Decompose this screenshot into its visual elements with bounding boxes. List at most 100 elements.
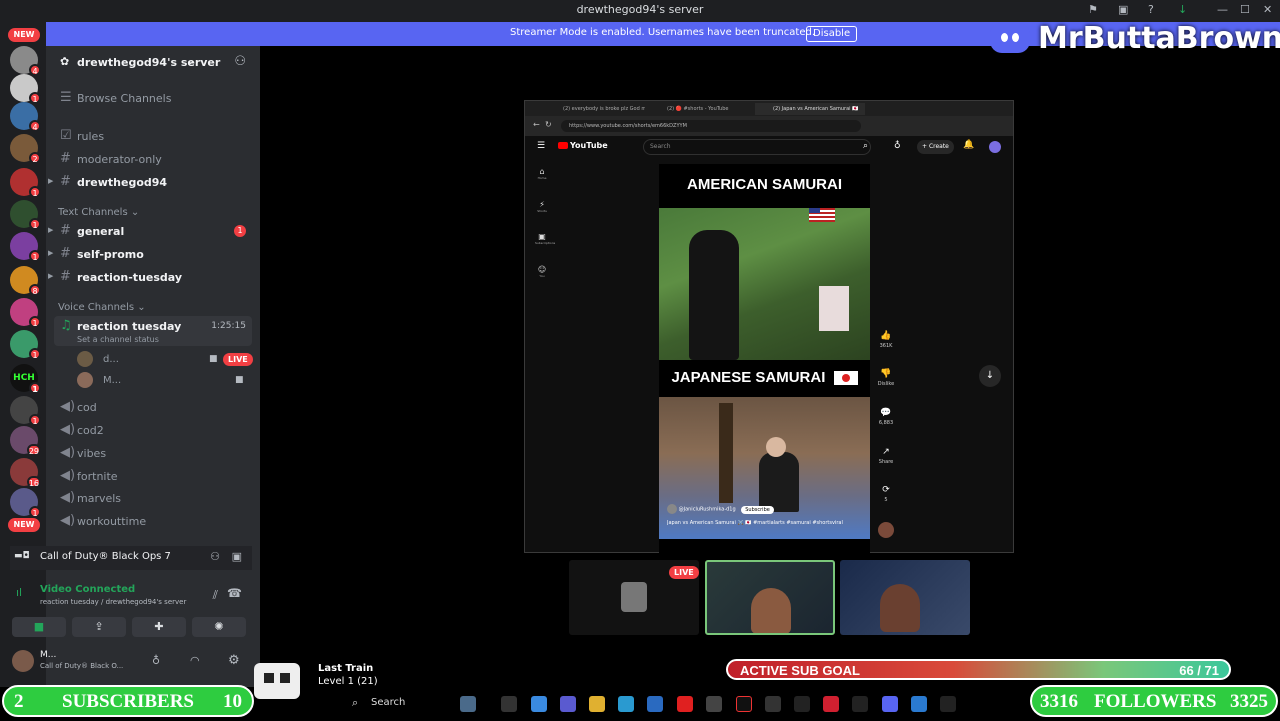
minimize-icon[interactable]: —: [1217, 3, 1228, 16]
youtube-icon[interactable]: [677, 696, 693, 712]
nav-subscriptions[interactable]: ▣ Subscriptions: [535, 232, 555, 245]
disable-button[interactable]: Disable: [806, 26, 858, 42]
menu-icon[interactable]: ☰: [537, 141, 545, 151]
noise-suppression-icon[interactable]: ⫽: [213, 588, 218, 603]
capcut-icon[interactable]: [706, 696, 722, 712]
webcam-tile[interactable]: LIVE: [569, 560, 699, 635]
edge-icon[interactable]: [618, 696, 634, 712]
help-icon[interactable]: ?: [1148, 3, 1154, 16]
channel-drewthegod94[interactable]: ▶ # drewthegod94: [48, 172, 252, 192]
youtube-search-input[interactable]: Search: [643, 139, 871, 155]
voice-channels-category[interactable]: Voice Channels ⌄: [58, 302, 146, 313]
server-icon[interactable]: 4: [10, 102, 41, 132]
webcam-tile-speaking[interactable]: [705, 560, 835, 635]
nav-you[interactable]: ☺ You: [535, 265, 549, 278]
text-channels-category[interactable]: Text Channels ⌄: [58, 207, 139, 218]
game-overlay-icon[interactable]: ⚇: [210, 550, 220, 563]
back-icon[interactable]: ←: [533, 120, 540, 129]
screen-share-icon[interactable]: ▣: [1118, 3, 1128, 16]
search-icon[interactable]: ⌕: [352, 696, 358, 710]
signal-icon[interactable]: ıl: [16, 586, 22, 599]
settings-gear-icon[interactable]: ⚙: [228, 653, 240, 668]
avatar[interactable]: [989, 141, 1001, 153]
channel-status[interactable]: Set a channel status: [77, 335, 159, 344]
notifications-icon[interactable]: 🔔: [963, 140, 974, 150]
disconnect-icon[interactable]: ☎: [227, 586, 242, 600]
server-icon[interactable]: 4: [10, 46, 41, 76]
like-button[interactable]: 👍 361K: [876, 331, 896, 349]
next-video-button[interactable]: ↓: [979, 365, 1001, 387]
server-icon[interactable]: 16: [10, 458, 41, 488]
server-icon[interactable]: 8: [10, 266, 41, 296]
webcam-tile[interactable]: [840, 560, 970, 635]
screen-share-button[interactable]: ⇪: [72, 617, 126, 637]
remix-button[interactable]: ⟳ 5: [876, 485, 896, 503]
voice-channel-workouttime[interactable]: ◀) workouttime: [54, 511, 252, 531]
url-field[interactable]: https://www.youtube.com/shorts/em66kDZYY…: [561, 120, 861, 132]
task-view-icon[interactable]: [501, 696, 517, 712]
dislike-button[interactable]: 👎 Dislike: [876, 369, 896, 387]
reload-icon[interactable]: ↻: [545, 120, 552, 129]
capcut-icon[interactable]: [852, 696, 868, 712]
discord-icon[interactable]: [882, 696, 898, 712]
widgets-icon[interactable]: [460, 696, 476, 712]
download-icon[interactable]: ↓: [1178, 3, 1187, 16]
sound-avatar[interactable]: [878, 522, 894, 538]
server-icon[interactable]: 1: [10, 298, 41, 328]
teams-icon[interactable]: [560, 696, 576, 712]
obs-icon[interactable]: [765, 696, 781, 712]
share-button[interactable]: ↗ Share: [876, 447, 896, 465]
channel-general[interactable]: ▶ # general 1: [48, 221, 252, 241]
maximize-icon[interactable]: ☐: [1240, 3, 1250, 16]
file-explorer-icon[interactable]: [589, 696, 605, 712]
server-icon[interactable]: 1: [10, 396, 41, 426]
avatar[interactable]: [12, 650, 34, 672]
server-icon[interactable]: 1: [10, 330, 41, 360]
tiktok-icon[interactable]: [736, 696, 752, 712]
nav-home[interactable]: ⌂ Home: [535, 167, 549, 180]
channel-reaction-tuesday[interactable]: ▶ # reaction-tuesday: [48, 267, 252, 287]
search-icon[interactable]: ⌕: [863, 141, 868, 151]
server-icon[interactable]: 2: [10, 134, 41, 164]
headphones-icon[interactable]: ◠: [190, 654, 200, 667]
camera-button[interactable]: ■: [12, 617, 66, 637]
soundboard-button[interactable]: ✺: [192, 617, 246, 637]
nav-shorts[interactable]: ⚡ Shorts: [535, 200, 549, 213]
short-video[interactable]: AMERICAN SAMURAI JAPANESE SAMURAI @Janic…: [659, 164, 870, 554]
browser-tab[interactable]: (2) 🔴 #shorts - YouTube: [649, 103, 749, 115]
voice-channel-vibes[interactable]: ◀) vibes: [54, 443, 252, 463]
channel-self-promo[interactable]: ▶ # self-promo: [48, 244, 252, 264]
channel-handle[interactable]: @JanicluRushmika-d1g: [679, 507, 736, 513]
server-icon[interactable]: HCH 1: [10, 364, 41, 394]
subscribe-button[interactable]: Subscribe: [741, 505, 774, 514]
create-button[interactable]: + Create: [917, 140, 954, 154]
store-icon[interactable]: [647, 696, 663, 712]
server-icon[interactable]: 1: [10, 74, 41, 104]
browser-tab[interactable]: (2) everybody is broke plz God m...: [545, 103, 645, 115]
server-icon[interactable]: 1: [10, 488, 41, 518]
server-icon[interactable]: 1: [10, 200, 41, 230]
server-icon[interactable]: 29: [10, 426, 41, 456]
browse-channels[interactable]: ☰ Browse Channels: [54, 88, 252, 108]
server-header[interactable]: ✿ drewthegod94's server ⌄ ⚇: [46, 46, 260, 78]
channel-moderator-only[interactable]: # moderator-only: [54, 149, 252, 169]
comments-button[interactable]: 💬 6,883: [876, 408, 896, 426]
browser-icon[interactable]: [911, 696, 927, 712]
browser-tab-active[interactable]: (2) Japan vs American Samurai 🇯🇵: [755, 103, 865, 115]
app-icon[interactable]: [823, 696, 839, 712]
taskbar-search[interactable]: Search: [371, 697, 405, 708]
game-app-icon[interactable]: [794, 696, 810, 712]
screen-icon[interactable]: ▣: [232, 550, 242, 563]
voice-channel-marvels[interactable]: ◀) marvels: [54, 488, 252, 508]
close-icon[interactable]: ✕: [1263, 3, 1272, 16]
mic-icon[interactable]: ♁: [894, 141, 901, 151]
voice-channel-reaction-tuesday[interactable]: ♫ reaction tuesday 1:25:15 Set a channel…: [54, 316, 252, 346]
channel-rules[interactable]: ☑ rules: [54, 126, 252, 146]
voice-channel-cod2[interactable]: ◀) cod2: [54, 420, 252, 440]
activities-button[interactable]: ✚: [132, 617, 186, 637]
voice-channel-cod[interactable]: ◀) cod: [54, 397, 252, 417]
voice-channel-fortnite[interactable]: ◀) fortnite: [54, 466, 252, 486]
server-icon[interactable]: 1: [10, 232, 41, 262]
copilot-icon[interactable]: [531, 696, 547, 712]
cod-icon[interactable]: [940, 696, 956, 712]
